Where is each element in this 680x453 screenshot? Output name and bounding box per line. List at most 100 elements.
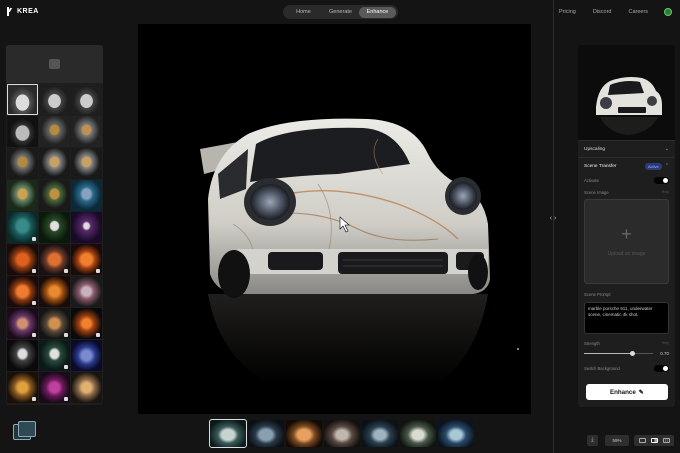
variant-badge — [64, 333, 68, 337]
thumbnail[interactable] — [39, 340, 70, 371]
thumbnail[interactable] — [39, 180, 70, 211]
split-view-icon[interactable] — [650, 438, 658, 443]
variation-thumbnail[interactable] — [286, 420, 322, 447]
thumbnail[interactable] — [71, 148, 102, 179]
variant-badge — [32, 301, 36, 305]
thumbnail[interactable] — [71, 340, 102, 371]
variation-thumbnail[interactable] — [400, 420, 436, 447]
image-placeholder-icon — [49, 59, 60, 69]
thumbnail[interactable] — [71, 116, 102, 147]
link-discord[interactable]: Discord — [593, 9, 612, 15]
activate-toggle[interactable] — [654, 176, 669, 184]
top-bar: KREA Home Generate Enhance Pricing Disco… — [0, 0, 680, 24]
panel-divider — [553, 0, 554, 453]
thumbnail[interactable] — [7, 148, 38, 179]
thumbnail[interactable] — [7, 244, 38, 275]
thumbnail[interactable] — [7, 372, 38, 403]
top-links: Pricing Discord Careers — [559, 9, 648, 15]
upscaling-label: Upscaling — [584, 146, 606, 152]
scene-transfer-header[interactable]: Scene Transfer Active ⌃ — [584, 158, 669, 174]
car-image — [138, 24, 531, 414]
thumbnail[interactable] — [39, 148, 70, 179]
thumbnail[interactable] — [7, 84, 38, 115]
enhance-button[interactable]: Enhance ✎ — [586, 384, 668, 400]
chevron-left-right-icon: ‹ › — [549, 215, 557, 222]
variation-thumbnail[interactable] — [209, 419, 247, 448]
strength-help[interactable]: Help — [662, 341, 669, 345]
variation-thumbnail[interactable] — [248, 420, 284, 447]
thumbnail[interactable] — [71, 244, 102, 275]
thumbnail[interactable] — [71, 308, 102, 339]
plus-icon: + — [621, 223, 632, 244]
krea-logo-icon — [7, 7, 13, 16]
download-button[interactable]: ⤓ — [587, 435, 598, 446]
source-preview — [578, 45, 675, 140]
thumbnail[interactable] — [39, 116, 70, 147]
variant-badge — [96, 269, 100, 273]
variant-badge — [32, 237, 36, 241]
variant-badge — [32, 333, 36, 337]
single-view-icon[interactable] — [638, 438, 646, 443]
thumbnail[interactable] — [71, 212, 102, 243]
chevron-up-icon: ⌃ — [664, 163, 669, 169]
download-icon: ⤓ — [591, 437, 594, 443]
main-canvas[interactable] — [138, 24, 531, 414]
chevron-down-icon: ⌄ — [664, 146, 669, 152]
thumbnail[interactable] — [39, 244, 70, 275]
thumbnail[interactable] — [7, 276, 38, 307]
scene-transfer-label: Scene Transfer — [584, 163, 617, 169]
variation-thumbnail[interactable] — [324, 420, 360, 447]
logo[interactable]: KREA — [7, 7, 39, 16]
thumbnail[interactable] — [7, 116, 38, 147]
collapse-panel-toggle[interactable]: ‹ › — [546, 214, 560, 224]
collections-icon[interactable] — [13, 420, 39, 442]
switch-background-toggle[interactable] — [654, 364, 669, 372]
thumbnail[interactable] — [39, 372, 70, 403]
library-upload-slot[interactable] — [6, 45, 103, 83]
variation-filmstrip — [209, 419, 474, 448]
variant-badge — [64, 397, 68, 401]
thumbnail[interactable] — [39, 276, 70, 307]
scene-image-label: Scene Image — [584, 189, 609, 195]
thumbnail[interactable] — [71, 180, 102, 211]
link-careers[interactable]: Careers — [628, 9, 648, 15]
thumbnail[interactable] — [39, 212, 70, 243]
thumbnail[interactable] — [7, 180, 38, 211]
scene-prompt-input[interactable]: marble porsche 911, underwater scene, ci… — [584, 302, 669, 334]
strength-slider-fill — [584, 352, 633, 354]
thumbnail[interactable] — [7, 308, 38, 339]
scene-image-help[interactable]: Help — [662, 190, 669, 194]
main-nav: Home Generate Enhance — [283, 5, 398, 19]
strength-slider[interactable] — [584, 350, 653, 356]
scene-image-upload[interactable]: + Upload an image — [584, 199, 669, 284]
link-pricing[interactable]: Pricing — [559, 9, 576, 15]
zoom-level[interactable]: 59% — [605, 435, 629, 446]
tab-enhance[interactable]: Enhance — [359, 6, 396, 18]
activate-label: Activate — [584, 177, 599, 183]
user-avatar[interactable] — [664, 8, 672, 16]
tab-generate[interactable]: Generate — [322, 7, 359, 18]
scene-transfer-section: Scene Transfer Active ⌃ Activate Scene I… — [578, 157, 675, 374]
source-car-image — [578, 45, 675, 140]
thumbnail[interactable] — [39, 84, 70, 115]
thumbnail[interactable] — [39, 308, 70, 339]
thumbnail[interactable] — [71, 84, 102, 115]
thumbnail[interactable] — [71, 372, 102, 403]
variant-badge — [32, 397, 36, 401]
settings-panel: Upscaling ⌄ Scene Transfer Active ⌃ Acti… — [578, 45, 675, 407]
thumbnail[interactable] — [7, 340, 38, 371]
tab-home[interactable]: Home — [285, 7, 322, 18]
upscaling-section[interactable]: Upscaling ⌄ — [578, 140, 675, 157]
thumbnail[interactable] — [71, 276, 102, 307]
strength-value: 0.70 — [660, 350, 669, 356]
variation-thumbnail[interactable] — [438, 420, 474, 447]
strength-slider-handle[interactable] — [629, 350, 635, 356]
strength-label: Strength — [584, 340, 600, 346]
variation-thumbnail[interactable] — [362, 420, 398, 447]
thumbnail[interactable] — [7, 212, 38, 243]
sparkle-icon: ✎ — [638, 388, 644, 396]
grid-view-icon[interactable] — [662, 438, 670, 443]
view-mode-switcher — [634, 435, 674, 446]
variant-badge — [64, 269, 68, 273]
upload-label: Upload an image — [607, 250, 646, 257]
